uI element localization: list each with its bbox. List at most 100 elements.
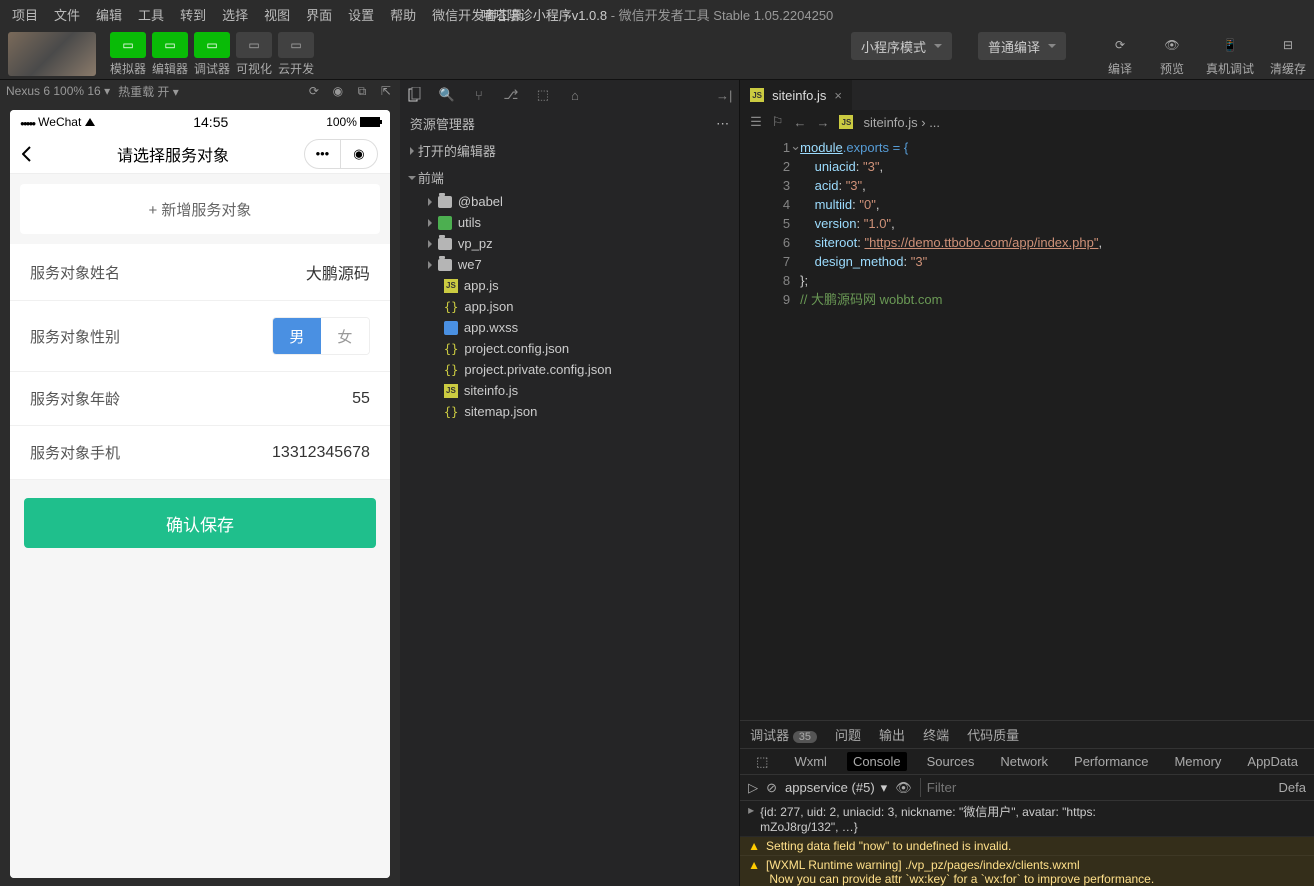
tree-item[interactable]: utils (418, 212, 739, 233)
window-title: 嘀嗒陪诊小程序v1.0.8 - 微信开发者工具 Stable 1.05.2204… (481, 5, 834, 24)
git-icon[interactable]: ⑂ (470, 86, 488, 104)
output-tab[interactable]: 输出 (879, 725, 905, 744)
toolbar-button[interactable]: ▭编辑器 (152, 32, 188, 77)
arrow-left-icon[interactable]: ← (793, 115, 806, 130)
devtab-appdata[interactable]: AppData (1241, 752, 1304, 771)
menu-item[interactable]: 编辑 (88, 1, 130, 28)
toolbar-button[interactable]: ▭可视化 (236, 32, 272, 77)
tree-item[interactable]: app.wxss (418, 317, 739, 338)
wxss-icon (444, 321, 458, 335)
explorer-title: 资源管理器 (410, 114, 475, 133)
filter-input[interactable] (920, 778, 1271, 797)
quality-tab[interactable]: 代码质量 (967, 725, 1019, 744)
devtab-wxml[interactable]: Wxml (788, 752, 833, 771)
tree-item[interactable]: @babel (418, 191, 739, 212)
menu-dots-icon[interactable]: ••• (305, 140, 341, 168)
tree-item[interactable]: we7 (418, 254, 739, 275)
save-button[interactable]: 确认保存 (24, 498, 376, 548)
split-icon[interactable]: ☰ (750, 114, 762, 130)
tree-item[interactable]: {}app.json (418, 296, 739, 317)
toolbar-button[interactable]: ▭模拟器 (110, 32, 146, 77)
menu-item[interactable]: 选择 (214, 1, 256, 28)
toolbar-button[interactable]: ⟳编译 (1102, 32, 1138, 77)
section-root[interactable]: 前端 (400, 164, 739, 191)
context-select[interactable]: appservice (#5) ▾ (785, 780, 887, 796)
devtab-memory[interactable]: Memory (1168, 752, 1227, 771)
devtab-network[interactable]: Network (994, 752, 1054, 771)
gender-female-button[interactable]: 女 (321, 318, 369, 354)
tree-item[interactable]: {}project.config.json (418, 338, 739, 359)
menu-item[interactable]: 转到 (172, 1, 214, 28)
clear-icon[interactable]: ⊘ (766, 780, 777, 796)
menu-item[interactable]: 帮助 (382, 1, 424, 28)
tab-strip: JS siteinfo.js × (740, 80, 1314, 110)
inspect-icon[interactable]: ⬚ (750, 752, 774, 772)
json-icon: {} (444, 300, 458, 314)
tree-item[interactable]: {}project.private.config.json (418, 359, 739, 380)
terminal-tab[interactable]: 终端 (923, 725, 949, 744)
project-thumbnail (8, 32, 96, 76)
menu-item[interactable]: 视图 (256, 1, 298, 28)
more-icon[interactable]: ⋯ (716, 116, 729, 132)
age-value[interactable]: 55 (352, 390, 370, 408)
devtab-performance[interactable]: Performance (1068, 752, 1154, 771)
arrow-right-icon[interactable]: → (816, 115, 829, 130)
toolbar-button[interactable]: ▭调试器 (194, 32, 230, 77)
default-levels[interactable]: Defa (1279, 780, 1306, 795)
devtab-console[interactable]: Console (847, 752, 907, 771)
menu-item[interactable]: 工具 (130, 1, 172, 28)
code-editor[interactable]: 123456789 ⌄ module.exports = { uniacid: … (740, 134, 1314, 720)
devtab-sources[interactable]: Sources (921, 752, 981, 771)
hot-reload-toggle[interactable]: 热重载 开 ▾ (118, 83, 179, 100)
section-open-editors[interactable]: 打开的编辑器 (400, 137, 739, 164)
collapse-icon[interactable]: →| (715, 86, 733, 104)
menu-item[interactable]: 设置 (340, 1, 382, 28)
folder-icon (438, 238, 452, 250)
add-object-button[interactable]: + 新增服务对象 (20, 184, 380, 234)
toolbar-button[interactable]: ⊟清缓存 (1270, 32, 1306, 77)
explorer-panel: 🔍 ⑂ ⎇ ⬚ ⌂ →| 资源管理器 ⋯ 打开的编辑器 前端 @babelutil… (400, 80, 740, 886)
mode-select[interactable]: 小程序模式 (851, 32, 952, 60)
debugger-panel: 调试器 35 问题 输出 终端 代码质量 ⬚ Wxml Console Sour… (740, 720, 1314, 886)
problems-tab[interactable]: 问题 (835, 725, 861, 744)
menu-item[interactable]: 项目 (4, 1, 46, 28)
files-icon[interactable] (406, 86, 424, 104)
breadcrumb[interactable]: ☰ ⚐ ← → JS siteinfo.js › ... (740, 110, 1314, 134)
toolbar-button[interactable]: ▭云开发 (278, 32, 314, 77)
tree-item[interactable]: JSsiteinfo.js (418, 380, 739, 401)
menu-item[interactable]: 文件 (46, 1, 88, 28)
compile-select[interactable]: 普通编译 (978, 32, 1066, 60)
close-circle-icon[interactable]: ◉ (341, 140, 377, 168)
toolbar-button[interactable]: 👁预览 (1154, 32, 1190, 77)
menubar: 项目 文件 编辑 工具 转到 选择 视图 界面 设置 帮助 微信开发者工具 嘀嗒… (0, 0, 1314, 28)
gender-male-button[interactable]: 男 (273, 318, 321, 354)
debugger-tab[interactable]: 调试器 35 (750, 725, 817, 744)
console-row: ▸{id: 277, uid: 2, uniacid: 3, nickname:… (740, 801, 1314, 837)
back-icon[interactable] (22, 146, 42, 162)
menu-item[interactable]: 界面 (298, 1, 340, 28)
debug-icon[interactable]: ⬚ (534, 86, 552, 104)
eye-icon[interactable]: 👁 (895, 780, 912, 796)
editor-panel: JS siteinfo.js × ☰ ⚐ ← → JS siteinfo.js … (740, 80, 1314, 886)
toolbar-button[interactable]: 📱真机调试 (1206, 32, 1254, 77)
play-icon[interactable]: ▷ (748, 780, 758, 796)
search-icon[interactable]: 🔍 (438, 86, 456, 104)
editor-tab[interactable]: JS siteinfo.js × (740, 80, 853, 110)
bookmark-icon[interactable]: ⚐ (772, 114, 784, 130)
close-tab-icon[interactable]: × (834, 88, 842, 103)
phone-value[interactable]: 13312345678 (272, 444, 370, 462)
json-icon: {} (444, 342, 458, 356)
tree-item[interactable]: vp_pz (418, 233, 739, 254)
device-select[interactable]: Nexus 6 100% 16 ▾ (6, 84, 110, 98)
detach-icon[interactable]: ⇱ (378, 83, 394, 99)
ext-icon[interactable]: ⌂ (566, 86, 584, 104)
refresh-icon[interactable]: ⟳ (306, 83, 322, 99)
tree-item[interactable]: JSapp.js (418, 275, 739, 296)
mute-icon[interactable]: ◉ (330, 83, 346, 99)
cut-icon[interactable]: ⧉ (354, 83, 370, 99)
tree-item[interactable]: {}sitemap.json (418, 401, 739, 422)
name-value[interactable]: 大鹏源码 (306, 260, 370, 284)
js-icon: JS (444, 279, 458, 293)
branch-icon[interactable]: ⎇ (502, 86, 520, 104)
folder-icon (438, 259, 452, 271)
